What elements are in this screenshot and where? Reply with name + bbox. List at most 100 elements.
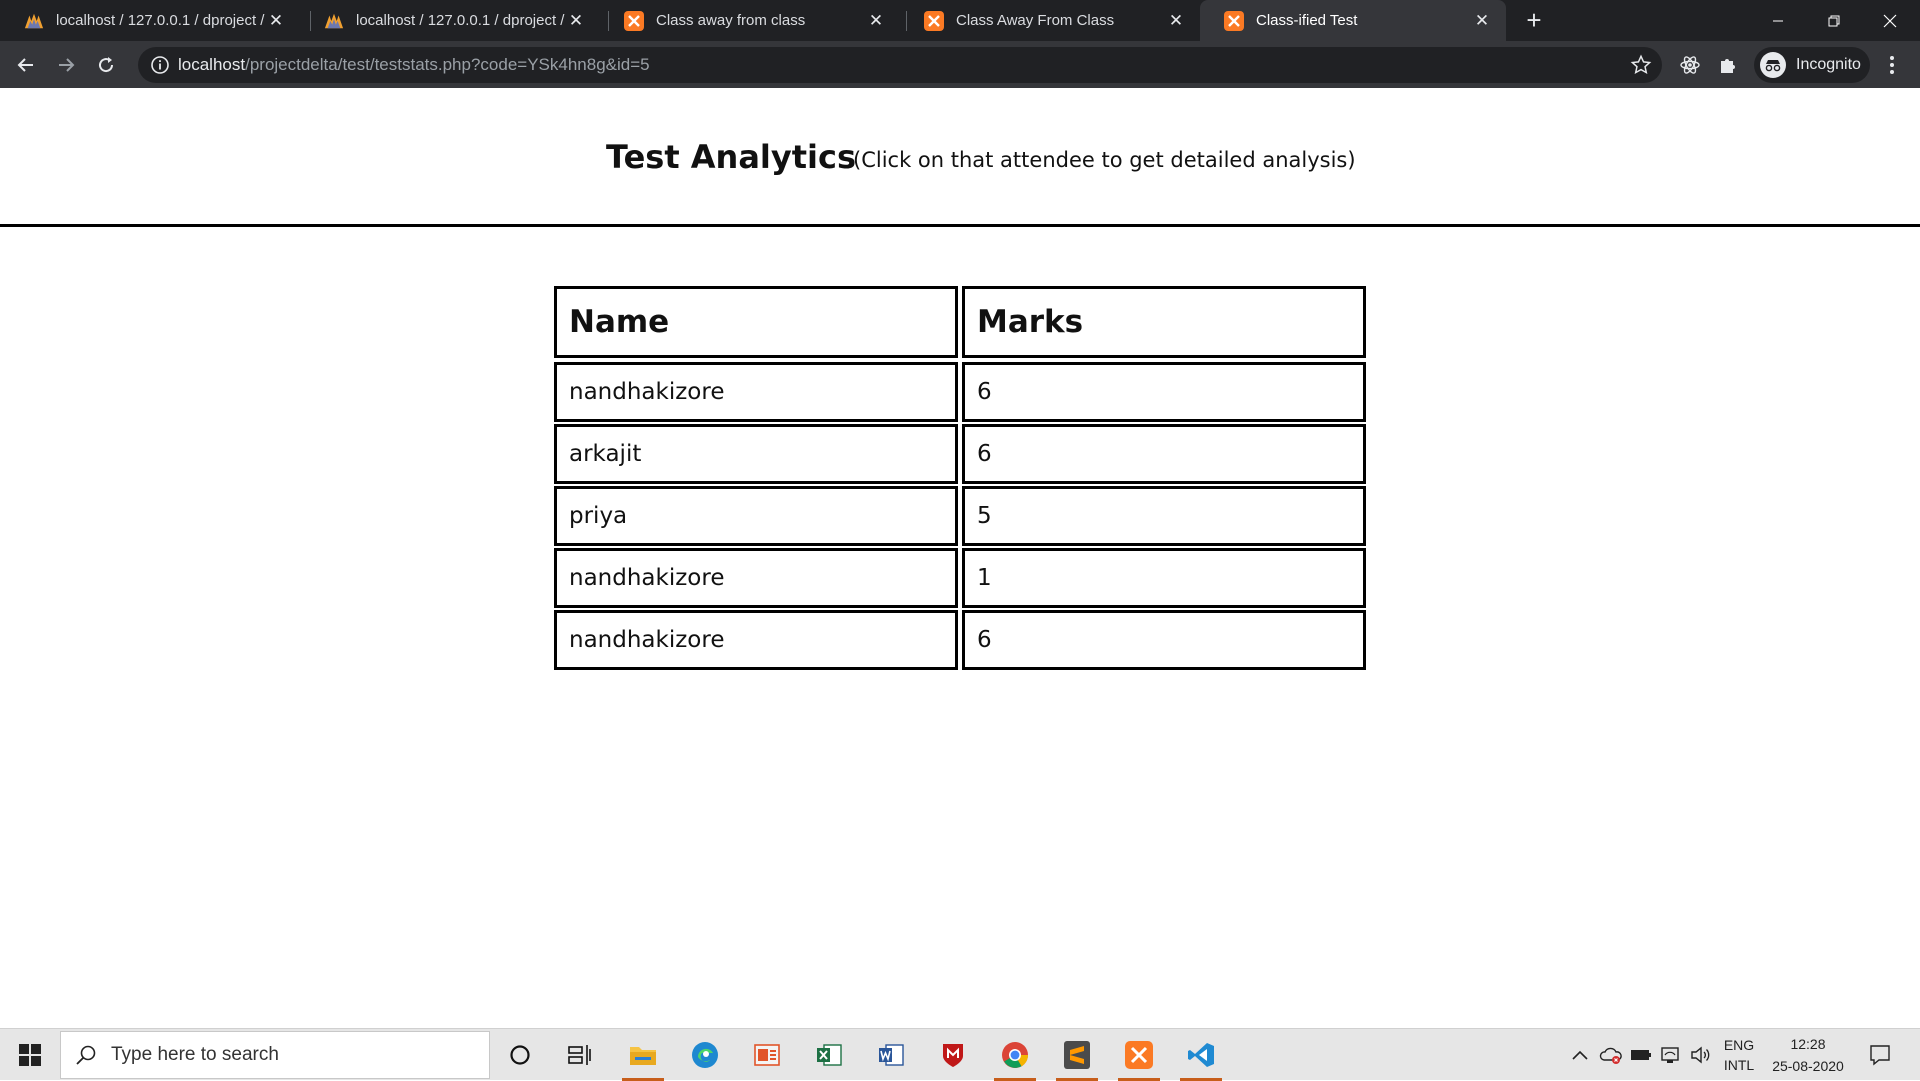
attendee-marks-cell[interactable]: 6 [962, 362, 1366, 422]
extensions-button[interactable] [1712, 49, 1744, 81]
column-header-marks: Marks [962, 286, 1366, 358]
forward-button[interactable] [50, 49, 82, 81]
language-indicator[interactable]: ENG INTL [1716, 1029, 1762, 1081]
office-app-button[interactable] [742, 1029, 792, 1081]
xampp-icon [1125, 1041, 1153, 1069]
close-icon[interactable]: ✕ [1166, 11, 1186, 31]
attendee-name-cell[interactable]: nandhakizore [554, 548, 958, 608]
sublime-text-button[interactable] [1052, 1029, 1102, 1081]
office-doc-icon [754, 1044, 780, 1066]
new-tab-button[interactable]: + [1520, 7, 1548, 35]
network-icon [1661, 1047, 1679, 1063]
tab-classified-test[interactable]: Class-ified Test ✕ [1200, 0, 1506, 41]
shield-icon [943, 1044, 963, 1067]
tab-class-away-1[interactable]: Class away from class ✕ [600, 0, 900, 41]
page-hint: (Click on that attendee to get detailed … [853, 148, 1356, 172]
puzzle-icon [1721, 59, 1735, 73]
notification-icon [1870, 1045, 1890, 1066]
xampp-icon [624, 10, 644, 31]
attendee-marks-cell[interactable]: 1 [962, 548, 1366, 608]
minimize-button[interactable] [1750, 0, 1806, 41]
battery-tray[interactable] [1628, 1029, 1654, 1081]
tab-phpmyadmin-1[interactable]: localhost / 127.0.0.1 / dproject / ... ✕ [0, 0, 300, 41]
vscode-icon [1188, 1043, 1214, 1067]
tab-title: localhost / 127.0.0.1 / dproject / ... [56, 12, 266, 29]
close-icon [1883, 14, 1897, 27]
search-placeholder: Type here to search [111, 1044, 279, 1065]
network-tray[interactable] [1658, 1029, 1684, 1081]
attendee-name-cell[interactable]: nandhakizore [554, 362, 958, 422]
url-host: localhost [178, 55, 246, 74]
task-view-icon [568, 1045, 591, 1065]
reload-button[interactable] [90, 49, 122, 81]
vscode-button[interactable] [1176, 1029, 1226, 1081]
volume-tray[interactable] [1688, 1029, 1714, 1081]
speaker-icon [1691, 1046, 1710, 1064]
folder-icon [630, 1047, 656, 1065]
xampp-icon [924, 10, 944, 31]
mcafee-button[interactable] [928, 1029, 978, 1081]
url-path: /projectdelta/test/teststats.php?code=YS… [245, 55, 650, 74]
more-vert-icon [1890, 56, 1894, 74]
arrow-right-icon [59, 58, 75, 72]
clock-date: 25-08-2020 [1772, 1058, 1844, 1074]
react-devtools-extension[interactable] [1674, 49, 1706, 81]
show-hidden-icons[interactable] [1568, 1029, 1592, 1081]
close-icon[interactable]: ✕ [566, 11, 586, 31]
bookmark-star-icon[interactable] [1630, 54, 1652, 76]
chrome-button[interactable] [990, 1029, 1040, 1081]
xampp-icon [1224, 10, 1244, 31]
restore-icon [1828, 15, 1840, 26]
address-bar[interactable]: localhost/projectdelta/test/teststats.ph… [138, 47, 1662, 83]
reload-icon [99, 57, 114, 73]
incognito-profile-button[interactable]: Incognito [1754, 47, 1870, 83]
chrome-icon [1002, 1042, 1029, 1068]
file-explorer-button[interactable] [618, 1029, 668, 1081]
tab-title: Class away from class [656, 12, 806, 29]
taskbar: Type here to search ENG INTL 12:28 25-08… [0, 1028, 1920, 1081]
attendee-marks-cell[interactable]: 6 [962, 610, 1366, 670]
close-icon[interactable]: ✕ [866, 11, 886, 31]
cloud-error-icon [1599, 1047, 1622, 1064]
attendee-name-cell[interactable]: priya [554, 486, 958, 546]
action-center-button[interactable] [1862, 1029, 1898, 1081]
attendee-name-cell[interactable]: nandhakizore [554, 610, 958, 670]
taskbar-search-box[interactable]: Type here to search [60, 1031, 490, 1079]
attendee-marks-cell[interactable]: 5 [962, 486, 1366, 546]
cortana-button[interactable] [495, 1029, 545, 1081]
chevron-up-icon [1572, 1050, 1588, 1060]
attendee-name-cell[interactable]: arkajit [554, 424, 958, 484]
edge-button[interactable] [680, 1029, 730, 1081]
excel-icon [817, 1044, 842, 1066]
tab-title: Class Away From Class [956, 12, 1115, 29]
word-button[interactable] [866, 1029, 916, 1081]
attendee-marks-cell[interactable]: 6 [962, 424, 1366, 484]
close-icon[interactable]: ✕ [1472, 11, 1492, 31]
battery-icon [1631, 1050, 1651, 1060]
clock[interactable]: 12:28 25-08-2020 [1766, 1029, 1850, 1081]
tab-phpmyadmin-2[interactable]: localhost / 127.0.0.1 / dproject / ... ✕ [300, 0, 600, 41]
browser-toolbar: localhost/projectdelta/test/teststats.ph… [0, 41, 1920, 88]
page-content: Test Analytics (Click on that attendee t… [0, 88, 1920, 1028]
excel-button[interactable] [804, 1029, 854, 1081]
url-text[interactable]: localhost/projectdelta/test/teststats.ph… [178, 55, 650, 75]
atom-icon [1680, 56, 1700, 74]
profile-label: Incognito [1796, 56, 1861, 73]
restore-button[interactable] [1806, 0, 1862, 41]
word-icon [879, 1044, 904, 1066]
tab-class-away-2[interactable]: Class Away From Class ✕ [900, 0, 1200, 41]
onedrive-tray[interactable] [1598, 1029, 1624, 1081]
browser-menu-button[interactable] [1876, 49, 1908, 81]
windows-logo-icon [19, 1044, 41, 1066]
start-button[interactable] [5, 1029, 55, 1081]
back-button[interactable] [10, 49, 42, 81]
close-window-button[interactable] [1862, 0, 1918, 41]
header-divider [0, 224, 1920, 227]
task-view-button[interactable] [555, 1029, 605, 1081]
xampp-button[interactable] [1114, 1029, 1164, 1081]
tab-title: Class-ified Test [1256, 12, 1358, 29]
minimize-icon [1773, 20, 1783, 21]
info-icon [151, 56, 169, 74]
language-code: ENG [1723, 1037, 1755, 1053]
close-icon[interactable]: ✕ [266, 11, 286, 31]
